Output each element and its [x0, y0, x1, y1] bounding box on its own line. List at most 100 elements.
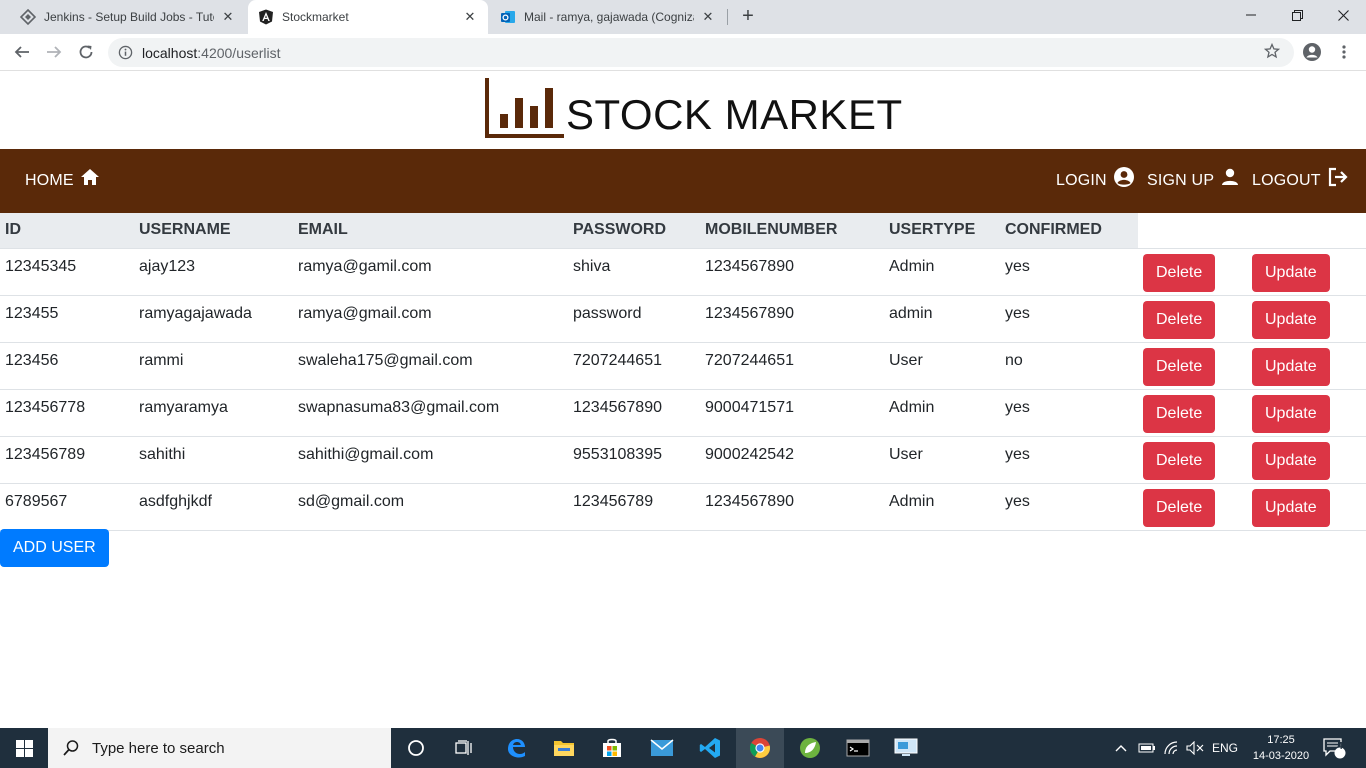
browser-toolbar: localhost:4200/userlist — [0, 34, 1366, 71]
cell-email: swaleha175@gmail.com — [293, 342, 568, 390]
tab-stockmarket[interactable]: Stockmarket ✕ — [248, 0, 488, 34]
remote-desktop-icon — [894, 738, 918, 756]
minimize-button[interactable] — [1228, 0, 1274, 30]
delete-button[interactable]: Delete — [1143, 253, 1216, 292]
address-bar[interactable]: localhost:4200/userlist — [108, 38, 1294, 67]
update-button[interactable]: Update — [1252, 347, 1330, 386]
site-info-icon[interactable] — [118, 45, 133, 65]
spring-tool-taskbar-button[interactable] — [786, 728, 834, 768]
new-tab-button[interactable]: + — [736, 5, 760, 29]
cell-usertype: User — [884, 436, 1000, 484]
remote-desktop-taskbar-button[interactable] — [882, 728, 930, 768]
cell-id: 6789567 — [0, 483, 134, 531]
add-user-button[interactable]: ADD USER — [0, 529, 109, 567]
spring-leaf-icon — [800, 738, 820, 758]
browser-menu-button[interactable] — [1332, 40, 1356, 64]
tab-jenkins[interactable]: Jenkins - Setup Build Jobs - Tutor ✕ — [10, 0, 246, 34]
taskbar-clock[interactable]: 17:25 14-03-2020 — [1252, 732, 1310, 764]
update-button[interactable]: Update — [1252, 441, 1330, 480]
cell-delete: Delete — [1138, 342, 1247, 390]
restore-button[interactable] — [1274, 0, 1320, 30]
cell-usertype: Admin — [884, 483, 1000, 531]
start-button[interactable] — [0, 728, 48, 768]
clock-date: 14-03-2020 — [1252, 750, 1310, 762]
table-row: 6789567 asdfghjkdf sd@gmail.com 12345678… — [0, 483, 1366, 531]
cell-confirmed: yes — [1000, 389, 1138, 437]
file-explorer-taskbar-button[interactable] — [540, 728, 588, 768]
cortana-button[interactable] — [392, 728, 440, 768]
bookmark-star-icon[interactable] — [1263, 42, 1281, 64]
tab-mail[interactable]: Mail - ramya, gajawada (Cognizant ✕ — [490, 0, 726, 34]
reload-icon — [79, 45, 93, 59]
mail-taskbar-button[interactable] — [638, 728, 686, 768]
cell-id: 123455 — [0, 295, 134, 343]
language-indicator[interactable]: ENG — [1212, 728, 1238, 768]
battery-tray-button[interactable] — [1138, 728, 1156, 768]
kebab-menu-icon — [1342, 45, 1346, 59]
wifi-icon — [1164, 741, 1178, 755]
reload-button[interactable] — [74, 40, 98, 64]
close-tab-icon[interactable]: ✕ — [220, 9, 236, 25]
update-button[interactable]: Update — [1252, 488, 1330, 527]
windows-taskbar: Type here to search ENG 17:25 14-03-2020… — [0, 728, 1366, 768]
cell-id: 123456778 — [0, 389, 134, 437]
cell-password: 123456789 — [568, 483, 700, 531]
cell-update: Update — [1247, 342, 1366, 390]
update-button[interactable]: Update — [1252, 253, 1330, 292]
volume-muted-icon — [1186, 741, 1204, 755]
update-button[interactable]: Update — [1252, 394, 1330, 433]
cell-email: sd@gmail.com — [293, 483, 568, 531]
cell-usertype: admin — [884, 295, 1000, 343]
cell-update: Update — [1247, 248, 1366, 296]
jenkins-favicon-icon — [20, 9, 36, 25]
delete-button[interactable]: Delete — [1143, 347, 1216, 386]
cell-delete: Delete — [1138, 389, 1247, 437]
profile-button[interactable] — [1300, 40, 1324, 64]
taskbar-search-box[interactable]: Type here to search — [48, 728, 391, 768]
url-text: localhost:4200/userlist — [142, 45, 281, 61]
tab-label: Mail - ramya, gajawada (Cognizant — [524, 10, 694, 24]
action-center-button[interactable]: 4 — [1322, 728, 1346, 768]
delete-button[interactable]: Delete — [1143, 394, 1216, 433]
cell-email: swapnasuma83@gmail.com — [293, 389, 568, 437]
wifi-tray-button[interactable] — [1163, 728, 1181, 768]
tab-label: Stockmarket — [282, 10, 349, 24]
edge-browser-icon — [508, 739, 525, 758]
close-tab-icon[interactable]: ✕ — [700, 9, 716, 25]
delete-button[interactable]: Delete — [1143, 300, 1216, 339]
url-host: localhost — [142, 45, 198, 61]
nav-login[interactable]: LOGIN — [1056, 149, 1135, 213]
nav-logout[interactable]: LOGOUT — [1252, 149, 1349, 213]
column-header: ID — [0, 213, 134, 249]
cell-update: Update — [1247, 295, 1366, 343]
back-button[interactable] — [10, 40, 34, 64]
delete-button[interactable]: Delete — [1143, 488, 1216, 527]
cell-confirmed: yes — [1000, 248, 1138, 296]
forward-button[interactable] — [42, 40, 66, 64]
cmd-taskbar-button[interactable] — [834, 728, 882, 768]
cell-username: ajay123 — [134, 248, 293, 296]
volume-tray-button[interactable] — [1186, 728, 1204, 768]
show-hidden-icons-button[interactable] — [1114, 728, 1128, 768]
cell-usertype: User — [884, 342, 1000, 390]
task-view-button[interactable] — [440, 728, 488, 768]
url-path: :4200/userlist — [197, 45, 281, 61]
angular-favicon-icon — [258, 9, 274, 25]
nav-home[interactable]: HOME — [25, 149, 100, 213]
close-window-button[interactable] — [1320, 0, 1366, 30]
cell-id: 123456 — [0, 342, 134, 390]
vscode-taskbar-button[interactable] — [686, 728, 734, 768]
cell-mobile: 9000471571 — [700, 389, 884, 437]
close-tab-icon[interactable]: ✕ — [462, 9, 478, 25]
nav-signup[interactable]: SIGN UP — [1147, 149, 1240, 213]
chrome-taskbar-button[interactable] — [736, 728, 784, 768]
search-icon — [63, 740, 79, 756]
home-icon — [80, 169, 99, 185]
update-button[interactable]: Update — [1252, 300, 1330, 339]
store-taskbar-button[interactable] — [588, 728, 636, 768]
folder-icon — [554, 741, 574, 756]
edge-taskbar-button[interactable] — [492, 728, 540, 768]
delete-button[interactable]: Delete — [1143, 441, 1216, 480]
cell-mobile: 1234567890 — [700, 295, 884, 343]
column-header: EMAIL — [293, 213, 568, 249]
